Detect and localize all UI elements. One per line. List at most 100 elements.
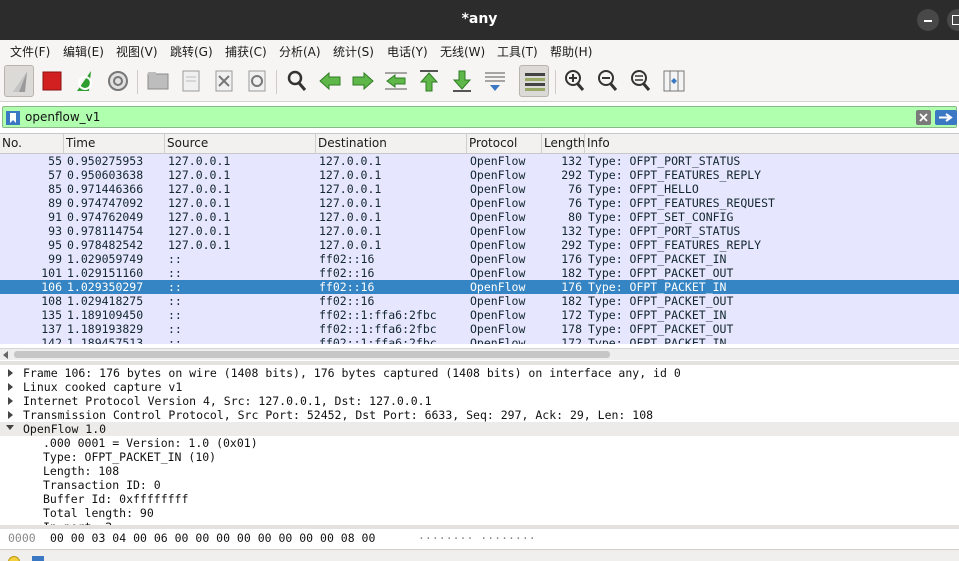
table-row-selected[interactable]: 106 1.029350297:: ff02::16 OpenFlow 176 Type:…: [0, 280, 959, 294]
column-header-destination[interactable]: Destination: [318, 136, 387, 150]
table-row[interactable]: 57 0.950603638 127.0.0.1 127.0.0.1 OpenFlow 2…: [0, 168, 959, 182]
cell-src: 127.0.0.1: [168, 196, 231, 210]
column-divider[interactable]: [466, 134, 467, 154]
display-filter-text[interactable]: openflow_v1: [25, 110, 100, 124]
menu-item[interactable]: 无线(W): [440, 43, 485, 60]
table-row[interactable]: 101 1.029151160:: ff02::16 OpenFlow 182 Type:…: [0, 266, 959, 280]
packet-list-horizontal-scrollbar[interactable]: [0, 348, 959, 360]
column-divider[interactable]: [164, 134, 165, 154]
bookmark-icon[interactable]: [6, 110, 20, 125]
column-divider[interactable]: [63, 134, 64, 154]
tree-item-label: Linux cooked capture v1: [23, 380, 183, 394]
go-last-icon[interactable]: [447, 65, 477, 97]
tree-child-item[interactable]: Total length: 90: [0, 506, 959, 520]
close-file-icon[interactable]: [209, 65, 239, 97]
display-filter-input[interactable]: openflow_v1: [2, 106, 957, 128]
table-row[interactable]: 135 1.189109450:: ff02::1:ffa6:2fbc OpenFlo…: [0, 308, 959, 322]
table-row[interactable]: 89 0.974747092 127.0.0.1 127.0.0.1 OpenFlow 7…: [0, 196, 959, 210]
tree-item[interactable]: Internet Protocol Version 4, Src: 127.0.…: [0, 394, 959, 408]
column-header-length[interactable]: Length: [544, 136, 585, 150]
menu-item[interactable]: 分析(A): [279, 43, 321, 60]
status-bar: [0, 549, 959, 561]
colorize-icon[interactable]: [519, 65, 549, 97]
maximize-button[interactable]: [947, 9, 959, 31]
zoom-normal-icon[interactable]: [626, 65, 656, 97]
collapsed-arrow-icon[interactable]: [8, 397, 13, 405]
table-row[interactable]: 95 0.978482542 127.0.0.1 127.0.0.1 OpenFlow 2…: [0, 238, 959, 252]
stop-capture-icon[interactable]: [37, 65, 67, 97]
save-file-icon[interactable]: [176, 65, 206, 97]
column-header-no[interactable]: No.: [2, 136, 22, 150]
table-row[interactable]: 55 0.950275953 127.0.0.1 127.0.0.1 OpenFlow 1…: [0, 154, 959, 168]
resize-columns-icon[interactable]: [659, 65, 689, 97]
restart-capture-icon[interactable]: [70, 65, 100, 97]
go-to-packet-icon[interactable]: [381, 65, 411, 97]
menu-item[interactable]: 视图(V): [116, 43, 158, 60]
clear-filter-icon[interactable]: [916, 110, 931, 125]
cell-info: Type: OFPT_FEATURES_REPLY: [588, 238, 762, 252]
menu-item[interactable]: 帮助(H): [550, 43, 592, 60]
column-header-time[interactable]: Time: [66, 136, 95, 150]
collapsed-arrow-icon[interactable]: [8, 369, 13, 377]
packet-details-tree[interactable]: Frame 106: 176 bytes on wire (1408 bits)…: [0, 365, 959, 525]
collapsed-arrow-icon[interactable]: [8, 411, 13, 419]
collapsed-arrow-icon[interactable]: [8, 383, 13, 391]
scrollbar-thumb[interactable]: [14, 351, 610, 358]
tree-item[interactable]: OpenFlow 1.0: [0, 422, 959, 436]
capture-comment-icon[interactable]: [32, 556, 44, 561]
tree-item[interactable]: Transmission Control Protocol, Src Port:…: [0, 408, 959, 422]
minimize-button[interactable]: [917, 9, 939, 31]
go-forward-icon[interactable]: [348, 65, 378, 97]
tree-child-item[interactable]: .000 0001 = Version: 1.0 (0x01): [0, 436, 959, 450]
table-row[interactable]: 99 1.029059749:: ff02::16 OpenFlow 176 Type: …: [0, 252, 959, 266]
tree-child-item[interactable]: Length: 108: [0, 464, 959, 478]
cell-time: 1.029151160: [67, 266, 144, 280]
column-divider[interactable]: [315, 134, 316, 154]
find-packet-icon[interactable]: [282, 65, 312, 97]
menu-item[interactable]: 工具(T): [497, 43, 538, 60]
column-header-source[interactable]: Source: [167, 136, 208, 150]
column-header-info[interactable]: Info: [587, 136, 610, 150]
menu-item[interactable]: 文件(F): [10, 43, 50, 60]
autoscroll-icon[interactable]: [480, 65, 510, 97]
menu-item[interactable]: 电话(Y): [387, 43, 428, 60]
packet-bytes-pane[interactable]: 0000 00 00 03 04 00 06 00 00 00 00 00 00…: [0, 529, 959, 549]
column-divider[interactable]: [584, 134, 585, 154]
tree-item[interactable]: Linux cooked capture v1: [0, 380, 959, 394]
zoom-in-icon[interactable]: [560, 65, 590, 97]
go-first-icon[interactable]: [414, 65, 444, 97]
table-row[interactable]: 142 1.189457513:: ff02::1:ffa6:2fbc OpenFlo…: [0, 336, 959, 344]
column-divider[interactable]: [541, 134, 542, 154]
menu-item[interactable]: 编辑(E): [63, 43, 104, 60]
reload-file-icon[interactable]: [242, 65, 272, 97]
bytes-hex[interactable]: 00 00 03 04 00 06 00 00 00 00 00 00 00 0…: [50, 531, 375, 545]
packet-list[interactable]: No. Time Source Destination Protocol Len…: [0, 133, 959, 349]
expert-info-icon[interactable]: [8, 556, 20, 561]
menu-item[interactable]: 捕获(C): [225, 43, 267, 60]
cell-time: 0.978482542: [67, 238, 144, 252]
menu-item[interactable]: 跳转(G): [170, 43, 213, 60]
tree-item[interactable]: Frame 106: 176 bytes on wire (1408 bits)…: [0, 366, 959, 380]
zoom-out-icon[interactable]: [593, 65, 623, 97]
expanded-arrow-icon[interactable]: [6, 425, 14, 430]
tree-child-item[interactable]: Type: OFPT_PACKET_IN (10): [0, 450, 959, 464]
menu-item[interactable]: 统计(S): [333, 43, 374, 60]
table-row[interactable]: 85 0.971446366 127.0.0.1 127.0.0.1 OpenFlow 7…: [0, 182, 959, 196]
go-back-icon[interactable]: [315, 65, 345, 97]
table-row[interactable]: 93 0.978114754 127.0.0.1 127.0.0.1 OpenFlow 1…: [0, 224, 959, 238]
shark-fin-start-icon[interactable]: [4, 65, 34, 97]
apply-filter-icon[interactable]: [935, 110, 957, 125]
open-file-icon[interactable]: [143, 65, 173, 97]
capture-options-icon[interactable]: [103, 65, 133, 97]
tree-child-item[interactable]: Transaction ID: 0: [0, 478, 959, 492]
cell-len: 182: [561, 266, 582, 280]
bytes-ascii[interactable]: ········ ········: [418, 531, 536, 545]
cell-info: Type: OFPT_PORT_STATUS: [588, 154, 741, 168]
table-row[interactable]: 137 1.189193829:: ff02::1:ffa6:2fbc OpenFlo…: [0, 322, 959, 336]
table-row[interactable]: 91 0.974762049 127.0.0.1 127.0.0.1 OpenFlow 8…: [0, 210, 959, 224]
tree-child-item[interactable]: Buffer Id: 0xffffffff: [0, 492, 959, 506]
tree-item-label: OpenFlow 1.0: [23, 422, 107, 436]
scroll-left-icon[interactable]: [3, 351, 8, 359]
table-row[interactable]: 108 1.029418275:: ff02::16 OpenFlow 182 Type:…: [0, 294, 959, 308]
column-header-protocol[interactable]: Protocol: [469, 136, 517, 150]
